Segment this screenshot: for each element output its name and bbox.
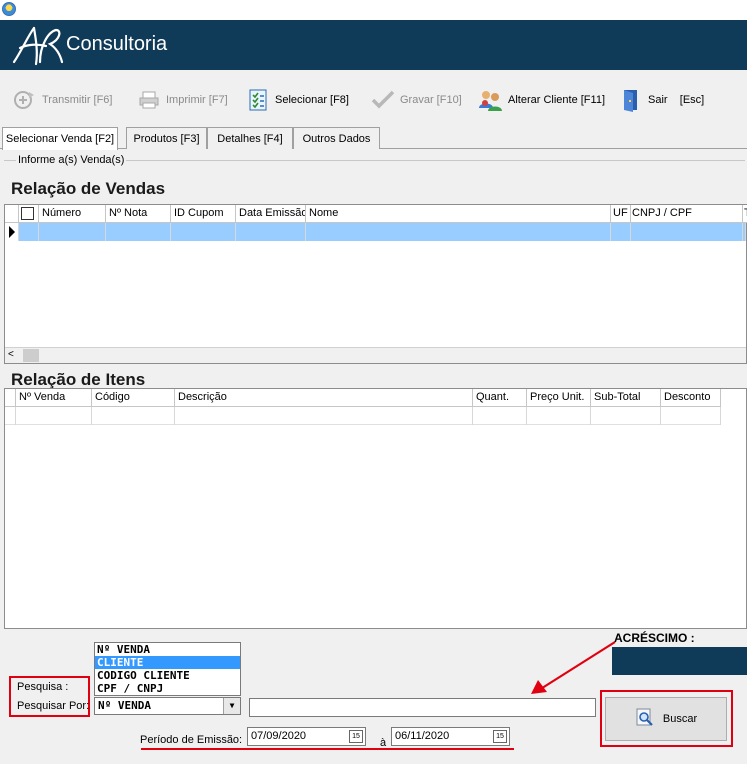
itens-title: Relação de Itens bbox=[11, 370, 146, 389]
col-preco-unit[interactable]: Preço Unit. bbox=[527, 389, 591, 407]
option-codigo-cliente[interactable]: CODIGO CLIENTE bbox=[95, 669, 240, 682]
col-nome[interactable]: Nome bbox=[306, 205, 611, 223]
imprimir-button[interactable]: Imprimir [F7] bbox=[136, 85, 228, 115]
selecionar-button[interactable]: Selecionar [F8] bbox=[245, 85, 349, 115]
transmitir-button[interactable]: Transmitir [F6] bbox=[12, 85, 113, 115]
row-cell bbox=[16, 407, 92, 425]
date-to-input[interactable]: 06/11/2020 15 bbox=[391, 727, 510, 746]
pesquisar-por-value: Nº VENDA bbox=[98, 699, 151, 712]
col-desconto[interactable]: Desconto bbox=[661, 389, 721, 407]
app-globe-icon[interactable] bbox=[2, 2, 16, 16]
selecionar-label: Selecionar [F8] bbox=[275, 94, 349, 106]
option-cpf-cnpj[interactable]: CPF / CNPJ bbox=[95, 682, 240, 695]
col-t[interactable]: T bbox=[743, 205, 747, 223]
row-cell bbox=[527, 407, 591, 425]
option-cliente[interactable]: CLIENTE bbox=[95, 656, 240, 669]
row-cell bbox=[611, 223, 631, 241]
scroll-thumb[interactable] bbox=[23, 349, 39, 362]
row-cell bbox=[92, 407, 175, 425]
title-strip bbox=[0, 0, 747, 20]
col-numero[interactable]: Número bbox=[39, 205, 106, 223]
row-cell bbox=[175, 407, 473, 425]
printer-icon bbox=[136, 87, 162, 113]
brand-name: Consultoria bbox=[66, 33, 168, 55]
groupbox-label: Informe a(s) Venda(s) bbox=[16, 154, 127, 166]
row-cell bbox=[473, 407, 527, 425]
search-input[interactable] bbox=[249, 698, 596, 717]
row-cell bbox=[171, 223, 236, 241]
vendas-horizontal-scrollbar[interactable]: < bbox=[5, 347, 746, 363]
table-row[interactable] bbox=[5, 407, 721, 425]
gravar-label: Gravar [F10] bbox=[400, 94, 462, 106]
vendas-title: Relação de Vendas bbox=[11, 179, 166, 198]
brand-logo-icon bbox=[12, 26, 64, 66]
annotation-arrow-icon bbox=[531, 641, 616, 694]
row-cell bbox=[236, 223, 306, 241]
buscar-button[interactable]: Buscar bbox=[605, 697, 727, 741]
periodo-label: Período de Emissão: bbox=[140, 734, 243, 746]
col-codigo[interactable]: Código bbox=[92, 389, 175, 407]
row-cell bbox=[631, 223, 743, 241]
date-from-input[interactable]: 07/09/2020 15 bbox=[247, 727, 366, 746]
col-cnpj-cpf[interactable]: CNPJ / CPF bbox=[631, 205, 743, 223]
vendas-grid[interactable]: Número Nº Nota ID Cupom Data Emissão Nom… bbox=[4, 204, 747, 364]
row-cell bbox=[743, 223, 746, 241]
acrescimo-label: ACRÉSCIMO : bbox=[614, 631, 695, 645]
checklist-icon bbox=[245, 87, 271, 113]
buscar-label: Buscar bbox=[662, 713, 698, 725]
periodo-underline bbox=[141, 748, 514, 750]
tab-outros-dados[interactable]: Outros Dados bbox=[293, 127, 380, 149]
alterar-cliente-label: Alterar Cliente [F11] bbox=[508, 94, 606, 106]
itens-indicator-header bbox=[5, 389, 16, 407]
date-from-value: 07/09/2020 bbox=[251, 730, 307, 742]
row-cell bbox=[661, 407, 721, 425]
row-cell bbox=[106, 223, 171, 241]
option-n-venda[interactable]: Nº VENDA bbox=[95, 643, 240, 656]
vendas-indicator-header bbox=[5, 205, 19, 223]
col-id-cupom[interactable]: ID Cupom bbox=[171, 205, 236, 223]
acrescimo-value-box bbox=[612, 647, 747, 675]
row-cell bbox=[19, 223, 39, 241]
row-cell bbox=[5, 407, 16, 425]
col-sub-total[interactable]: Sub-Total bbox=[591, 389, 661, 407]
scroll-left-icon[interactable]: < bbox=[8, 349, 14, 360]
users-icon bbox=[478, 87, 504, 113]
row-cell bbox=[306, 223, 611, 241]
row-cell bbox=[39, 223, 106, 241]
checkmark-icon bbox=[370, 87, 396, 113]
select-all-checkbox[interactable] bbox=[21, 207, 34, 220]
transmit-icon bbox=[12, 87, 38, 113]
itens-grid[interactable]: Nº Venda Código Descrição Quant. Preço U… bbox=[4, 388, 747, 629]
vendas-select-all-header bbox=[19, 205, 39, 223]
pesquisa-label: Pesquisa : bbox=[17, 681, 69, 693]
col-uf[interactable]: UF bbox=[611, 205, 631, 223]
tab-selecionar-venda[interactable]: Selecionar Venda [F2] bbox=[2, 127, 118, 150]
pesquisar-por-dropdown-list[interactable]: Nº VENDA CLIENTE CODIGO CLIENTE CPF / CN… bbox=[94, 642, 241, 696]
gravar-button[interactable]: Gravar [F10] bbox=[370, 85, 462, 115]
col-data-emissao[interactable]: Data Emissão bbox=[236, 205, 306, 223]
pesquisar-por-label: Pesquisar Por: bbox=[17, 700, 90, 712]
col-quant[interactable]: Quant. bbox=[473, 389, 527, 407]
col-nota[interactable]: Nº Nota bbox=[106, 205, 171, 223]
exit-door-icon bbox=[618, 87, 644, 113]
alterar-cliente-button[interactable]: Alterar Cliente [F11] bbox=[478, 85, 605, 115]
row-indicator bbox=[5, 223, 19, 241]
chevron-down-icon[interactable]: ▼ bbox=[223, 698, 240, 714]
imprimir-label: Imprimir [F7] bbox=[166, 94, 228, 106]
tab-produtos[interactable]: Produtos [F3] bbox=[126, 127, 207, 149]
magnifier-icon bbox=[635, 708, 655, 731]
sair-button[interactable]: Sair [Esc] bbox=[618, 85, 704, 115]
pesquisar-por-select[interactable]: Nº VENDA ▼ bbox=[94, 697, 241, 715]
col-n-venda[interactable]: Nº Venda bbox=[16, 389, 92, 407]
sair-label: Sair [Esc] bbox=[648, 94, 705, 106]
tab-detalhes[interactable]: Detalhes [F4] bbox=[207, 127, 293, 149]
table-row[interactable] bbox=[5, 223, 746, 241]
calendar-icon[interactable]: 15 bbox=[493, 730, 507, 743]
row-cell bbox=[591, 407, 661, 425]
transmitir-label: Transmitir [F6] bbox=[42, 94, 113, 106]
col-descricao[interactable]: Descrição bbox=[175, 389, 473, 407]
date-to-value: 06/11/2020 bbox=[395, 730, 450, 742]
calendar-icon[interactable]: 15 bbox=[349, 730, 363, 743]
